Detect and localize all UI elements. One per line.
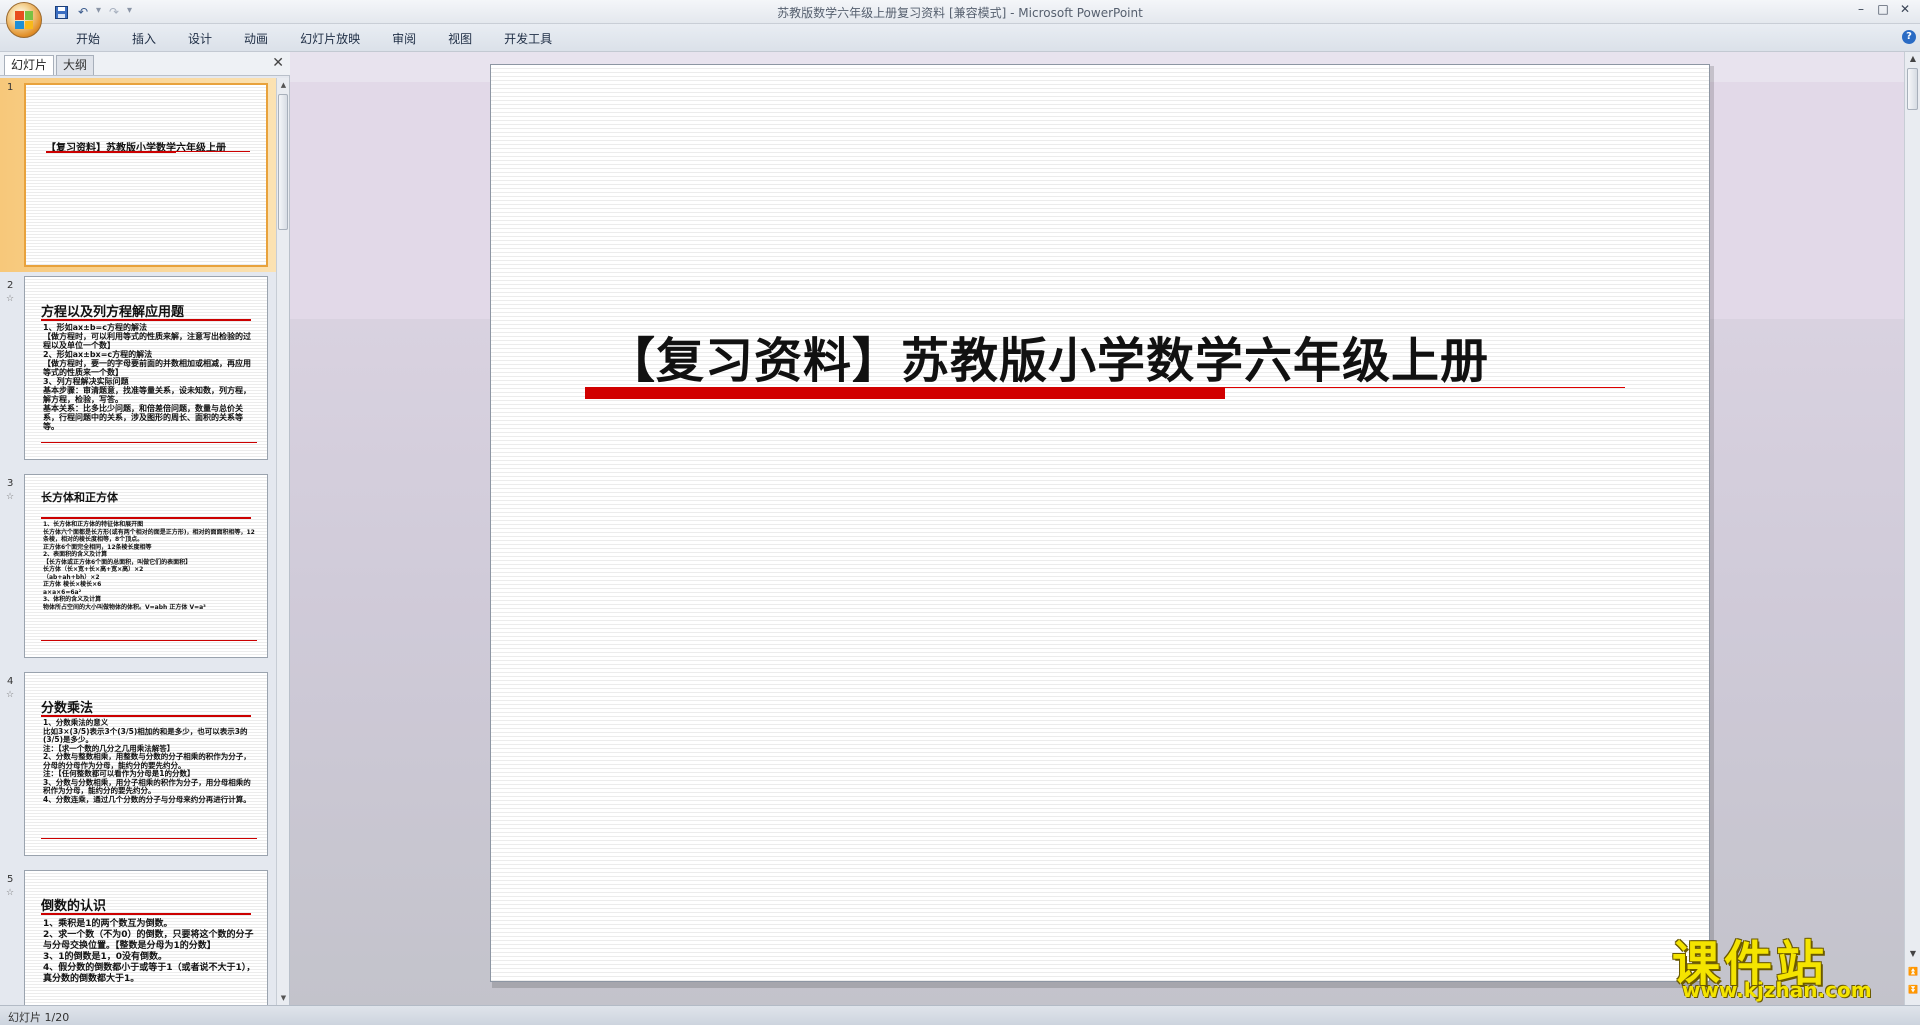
scroll-up-icon[interactable]: ▲ xyxy=(1905,52,1920,66)
main-scrollbar[interactable]: ▲ ▼ ⏫ ⏬ xyxy=(1904,52,1920,1005)
body-line: a×a×6=6a² xyxy=(43,588,82,596)
tab-insert[interactable]: 插入 xyxy=(116,29,172,49)
footer-rule xyxy=(41,442,257,443)
close-panel-icon[interactable]: ✕ xyxy=(272,55,284,71)
body-line: 2、形如ax±bx=c方程的解法 xyxy=(43,350,153,359)
body-line: 长方体六个面都是长方形(或有两个相对的面是正方形)，相对的面面积相等，12条棱，… xyxy=(43,528,255,544)
tab-design[interactable]: 设计 xyxy=(172,29,228,49)
thumbnail-list: 1 【复习资料】苏教版小学数学六年级上册 2 ☆ 方程以及列方程解应用题 1、形… xyxy=(0,78,276,1005)
slide-number: 2 xyxy=(7,280,14,291)
body-line: 基本关系：比多比少问题，和倍差倍问题，数量与总价关系，行程问题中的关系，涉及图形… xyxy=(43,404,243,431)
title-underline xyxy=(41,517,251,519)
body-line: 【做方程时，可以利用等式的性质来解，注意写出检验的过程以及单位一个数】 xyxy=(43,332,251,350)
animation-star-icon: ☆ xyxy=(6,690,15,700)
title-underline xyxy=(41,715,251,717)
scroll-thumb[interactable] xyxy=(278,94,288,230)
title-bar: ↶ ▾ ↷ ▾ 苏教版数学六年级上册复习资料 [兼容模式] - Microsof… xyxy=(0,0,1920,38)
slide-thumbnail-5[interactable]: 倒数的认识 1、乘积是1的两个数互为倒数。 2、求一个数（不为0）的倒数，只要将… xyxy=(24,870,268,1005)
body-line: 3、分数与分数相乘，用分子相乘的积作为分子，用分母相乘的积作为分母，能约分的要先… xyxy=(43,777,251,795)
thumbnail-title: 分数乘法 xyxy=(41,701,94,716)
title-accent-bar xyxy=(585,387,1225,399)
body-line: 4、分数连乘，通过几个分数的分子与分母来约分再进行计算。 xyxy=(43,794,251,804)
window-title: 苏教版数学六年级上册复习资料 [兼容模式] - Microsoft PowerP… xyxy=(777,6,1143,20)
footer-rule xyxy=(41,838,257,839)
animation-star-icon: ☆ xyxy=(6,888,15,898)
body-line: 【做方程时，要一的字母要前面的并数相加或相减，再应用等式的性质来一个数】 xyxy=(43,359,251,377)
body-line: 长方体（长×宽+长×高+宽×高）×2 xyxy=(43,566,144,573)
ribbon-tabs: 开始 插入 设计 动画 幻灯片放映 审阅 视图 开发工具 xyxy=(60,29,568,49)
thumbnail-body: 1、形如ax±b=c方程的解法 【做方程时，可以利用等式的性质来解，注意写出检验… xyxy=(43,323,257,431)
thumbnail-title: 倒数的认识 xyxy=(41,899,107,914)
body-line: 正方体 棱长×棱长×6 xyxy=(43,581,102,588)
body-line: 物体所占空间的大小叫做物体的体积。V=abh 正方体 V=a³ xyxy=(43,603,206,611)
slide-number: 1 xyxy=(7,82,14,93)
next-slide-icon[interactable]: ⏬ xyxy=(1905,983,1920,997)
body-line: 1、长方体和正方体的特征体和展开图 xyxy=(43,521,144,528)
footer-rule xyxy=(41,640,257,641)
body-line: 3、列方程解决实际问题 xyxy=(43,377,129,386)
scroll-down-icon[interactable]: ▼ xyxy=(1905,947,1920,961)
body-line: 2、表面积的含义及计算 xyxy=(43,551,108,558)
slide-counter: 幻灯片 1/20 xyxy=(8,1011,70,1024)
slide-thumbnail-4[interactable]: 分数乘法 1、分数乘法的意义 比如3×(3/5)表示3个(3/5)相加的和是多少… xyxy=(24,672,268,856)
body-line: （ab+ah+bh）×2 xyxy=(43,573,100,581)
tab-slides[interactable]: 幻灯片 xyxy=(4,55,55,75)
window-controls: – □ ✕ xyxy=(1850,0,1916,18)
title-bar-accent xyxy=(46,151,176,153)
ribbon: 开始 插入 设计 动画 幻灯片放映 审阅 视图 开发工具 ? xyxy=(0,24,1920,52)
thumbnail-body: 1、分数乘法的意义 比如3×(3/5)表示3个(3/5)相加的和是多少，也可以表… xyxy=(43,718,257,804)
slide-title[interactable]: 【复习资料】苏教版小学数学六年级上册 xyxy=(607,321,1489,391)
slide-number: 3 xyxy=(7,478,14,489)
tab-view[interactable]: 视图 xyxy=(432,29,488,49)
maximize-button[interactable]: □ xyxy=(1872,0,1894,18)
body-line: 3、体积的含义及计算 xyxy=(43,596,102,603)
thumbnail-title: 方程以及列方程解应用题 xyxy=(41,305,185,320)
body-line: 1、乘积是1的两个数互为倒数。 xyxy=(43,919,173,929)
office-button[interactable] xyxy=(6,2,42,38)
slide-thumbnail-1[interactable]: 【复习资料】苏教版小学数学六年级上册 xyxy=(24,83,268,267)
tab-outline[interactable]: 大纲 xyxy=(56,55,95,75)
tab-animations[interactable]: 动画 xyxy=(228,29,284,49)
tab-home[interactable]: 开始 xyxy=(60,29,116,49)
slides-panel: 幻灯片 大纲 ✕ 1 【复习资料】苏教版小学数学六年级上册 2 ☆ 方程以及列方… xyxy=(0,52,290,1005)
thumbnail-title: 长方体和正方体 xyxy=(41,491,118,504)
body-line: 基本步骤：审清题意，找准等量关系，设未知数，列方程，解方程，检验，写答。 xyxy=(43,386,251,404)
thumbnail-body: 1、长方体和正方体的特征体和展开图 长方体六个面都是长方形(或有两个相对的面是正… xyxy=(43,521,257,611)
slide-number: 5 xyxy=(7,874,14,885)
thumbnail-scrollbar[interactable]: ▲ ▼ xyxy=(276,78,289,1005)
thumbnail-body: 1、乘积是1的两个数互为倒数。 2、求一个数（不为0）的倒数，只要将这个数的分子… xyxy=(43,919,257,985)
scroll-thumb[interactable] xyxy=(1907,68,1918,110)
body-line: 2、分数与整数相乘，用整数与分数的分子相乘的积作为分子，分母的分母作为分母，能约… xyxy=(43,752,251,770)
title-underline xyxy=(41,913,251,915)
panel-tabs: 幻灯片 大纲 ✕ xyxy=(0,52,290,76)
body-line: 4、假分数的倒数都小于或等于1（或者说不大于1），真分数的倒数都大于1。 xyxy=(43,963,256,984)
body-line: 比如3×(3/5)表示3个(3/5)相加的和是多少，也可以表示3的(3/5)是多… xyxy=(43,726,248,744)
slide-editing-area: 【复习资料】苏教版小学数学六年级上册 xyxy=(290,52,1904,1005)
animation-star-icon: ☆ xyxy=(6,492,15,502)
scroll-down-icon[interactable]: ▼ xyxy=(277,991,290,1005)
close-button[interactable]: ✕ xyxy=(1894,0,1916,18)
body-line: 正方体6个面完全相同，12条棱长度相等 xyxy=(43,543,152,551)
animation-star-icon: ☆ xyxy=(6,294,15,304)
slide-thumbnail-2[interactable]: 方程以及列方程解应用题 1、形如ax±b=c方程的解法 【做方程时，可以利用等式… xyxy=(24,276,268,460)
title-underline xyxy=(41,319,251,321)
slide-thumbnail-3[interactable]: 长方体和正方体 1、长方体和正方体的特征体和展开图 长方体六个面都是长方形(或有… xyxy=(24,474,268,658)
help-icon[interactable]: ? xyxy=(1902,30,1916,44)
office-logo-icon xyxy=(15,11,33,29)
tab-developer[interactable]: 开发工具 xyxy=(488,29,568,49)
body-line: 2、求一个数（不为0）的倒数，只要将这个数的分子与分母交换位置。【整数是分母为1… xyxy=(43,930,254,951)
status-bar: 幻灯片 1/20 xyxy=(0,1005,1920,1025)
body-line: 【长方体或正方体6个面的总面积，叫做它们的表面积】 xyxy=(43,558,192,566)
minimize-button[interactable]: – xyxy=(1850,0,1872,18)
body-line: 1、形如ax±b=c方程的解法 xyxy=(43,323,147,332)
tab-review[interactable]: 审阅 xyxy=(376,29,432,49)
scroll-up-icon[interactable]: ▲ xyxy=(277,78,290,92)
previous-slide-icon[interactable]: ⏫ xyxy=(1905,965,1920,979)
current-slide[interactable]: 【复习资料】苏教版小学数学六年级上册 xyxy=(490,64,1710,982)
tab-slideshow[interactable]: 幻灯片放映 xyxy=(284,29,376,49)
slide-number: 4 xyxy=(7,676,14,687)
body-line: 3、1的倒数是1，0没有倒数。 xyxy=(43,952,168,962)
